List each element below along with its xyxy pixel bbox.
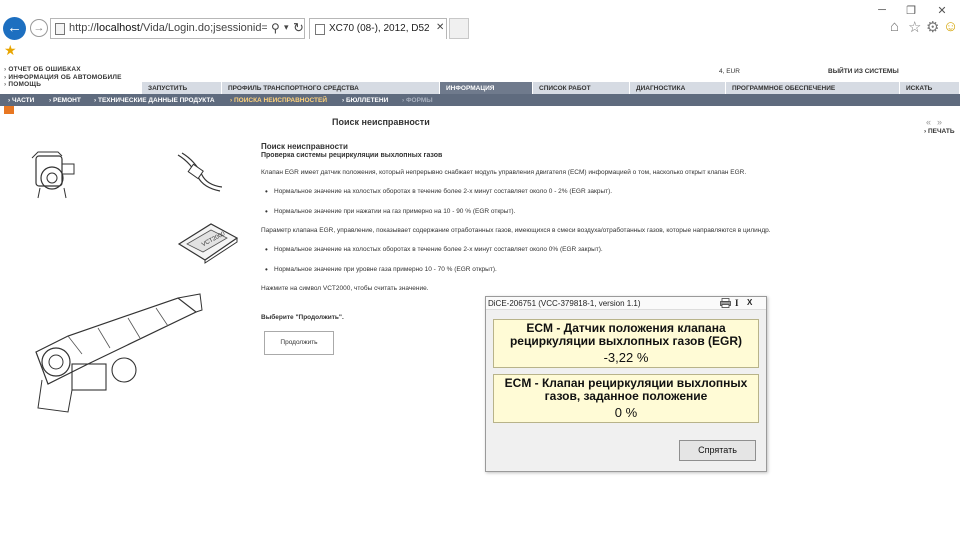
address-url[interactable]: http://localhost/Vida/Login.do;jsessioni… bbox=[69, 22, 267, 34]
arrow-right-icon: → bbox=[33, 22, 45, 34]
forward-button[interactable]: → bbox=[30, 19, 48, 37]
tab-information[interactable]: ИНФОРМАЦИЯ bbox=[440, 82, 533, 94]
browser-chrome: ─ ❐ ✕ ← → http://localhost/Vida/Login.do… bbox=[0, 0, 960, 62]
help-link[interactable]: ПОМОЩЬ bbox=[4, 81, 122, 89]
print-link[interactable]: ПЕЧАТЬ bbox=[924, 128, 955, 135]
tab-vehicle-profile[interactable]: ПРОФИЛЬ ТРАНСПОРТНОГО СРЕДСТВА bbox=[222, 82, 440, 94]
new-tab-button[interactable] bbox=[449, 18, 469, 39]
logout-link[interactable]: ВЫЙТИ ИЗ СИСТЕМЫ bbox=[828, 68, 899, 75]
orange-marker-icon bbox=[4, 106, 14, 114]
main-tabs: ЗАПУСТИТЬ ПРОФИЛЬ ТРАНСПОРТНОГО СРЕДСТВА… bbox=[142, 82, 960, 94]
restore-icon[interactable]: ❐ bbox=[904, 4, 918, 17]
egr-cooler-assembly-illustration bbox=[35, 293, 203, 413]
page-nav-arrows-icon[interactable]: «» bbox=[926, 117, 948, 127]
hide-button[interactable]: Спрятать bbox=[679, 440, 756, 461]
arrow-left-icon: ← bbox=[7, 19, 22, 36]
continue-button[interactable]: Продолжить bbox=[264, 331, 334, 355]
browser-tab[interactable]: XC70 (08-), 2012, D5244T15,... ✕ bbox=[309, 18, 447, 39]
vehicle-info-link[interactable]: ИНФОРМАЦИЯ ОБ АВТОМОБИЛЕ bbox=[4, 74, 122, 82]
paragraph-vct-instruction: Нажмите на символ VCT2000, чтобы считать… bbox=[261, 285, 429, 292]
paragraph-egr-sensor: Клапан EGR имеет датчик положения, котор… bbox=[261, 169, 747, 176]
egr-valve-illustration bbox=[31, 151, 75, 199]
bullet-item: Нормальное значение на холостых оборотах… bbox=[265, 187, 612, 196]
bullet-item: Нормальное значение при уровне газа прим… bbox=[265, 265, 497, 274]
app-window: ─ ❐ ✕ ← → http://localhost/Vida/Login.do… bbox=[0, 0, 960, 540]
section-subtitle: Проверка системы рециркуляции выхлопных … bbox=[261, 152, 443, 159]
tab-work-list[interactable]: СПИСОК РАБОТ bbox=[533, 82, 630, 94]
app-header: ОТЧЕТ ОБ ОШИБКАХ ИНФОРМАЦИЯ ОБ АВТОМОБИЛ… bbox=[0, 62, 960, 88]
refresh-icon[interactable]: ↻ bbox=[293, 20, 304, 36]
search-icon[interactable]: ⚲ bbox=[271, 21, 280, 35]
subnav-repair[interactable]: РЕМОНТ bbox=[49, 97, 81, 104]
cable-connector-illustration bbox=[177, 152, 222, 192]
page-icon bbox=[315, 24, 325, 35]
dialog-title: DiCE-206751 (VCC-379818-1, version 1.1) bbox=[488, 299, 641, 308]
header-links: ОТЧЕТ ОБ ОШИБКАХ ИНФОРМАЦИЯ ОБ АВТОМОБИЛ… bbox=[4, 66, 122, 89]
home-icon[interactable]: ⌂ bbox=[890, 18, 899, 35]
fault-report-link[interactable]: ОТЧЕТ ОБ ОШИБКАХ bbox=[4, 66, 122, 74]
subnav-parts[interactable]: ЧАСТИ bbox=[8, 97, 34, 104]
url-path: /Vida/Login.do;jsessionid=dvlUniHTw... bbox=[139, 22, 267, 34]
tab-title: XC70 (08-), 2012, D5244T15,... bbox=[329, 23, 429, 34]
panel-title: ECM - Клапан рециркуляции выхлопных газо… bbox=[504, 376, 748, 403]
panel-title: ECM - Датчик положения клапана рециркуля… bbox=[509, 321, 743, 348]
smiley-feedback-icon[interactable]: ☺ bbox=[943, 18, 958, 35]
bullet-item: Нормальное значение при нажатии на газ п… bbox=[265, 207, 515, 216]
subnav-bulletins[interactable]: БЮЛЛЕТЕНИ bbox=[342, 97, 388, 104]
panel-value: -3,22 % bbox=[603, 350, 649, 365]
continue-prompt: Выберите "Продолжить". bbox=[261, 314, 344, 321]
chevron-down-icon[interactable]: ▾ bbox=[284, 22, 289, 33]
info-icon[interactable]: I bbox=[735, 298, 739, 308]
dice-dialog: DiCE-206751 (VCC-379818-1, version 1.1) … bbox=[485, 296, 767, 472]
panel-value: 0 % bbox=[614, 405, 638, 420]
printer-icon[interactable] bbox=[720, 298, 731, 308]
sub-nav: ЧАСТИ РЕМОНТ ТЕХНИЧЕСКИЕ ДАННЫЕ ПРОДУКТА… bbox=[0, 94, 960, 106]
url-prefix: http:// bbox=[69, 22, 97, 34]
page-icon bbox=[55, 23, 65, 35]
subnav-troubleshooting[interactable]: ПОИСКА НЕИСПРАВНОСТЕЙ bbox=[230, 97, 327, 104]
minimize-icon[interactable]: ─ bbox=[875, 4, 889, 16]
section-title: Поиск неисправности bbox=[261, 142, 348, 151]
currency-indicator: 4, EUR bbox=[719, 68, 740, 75]
tab-close-icon[interactable]: ✕ bbox=[436, 22, 444, 33]
vct2000-device-icon[interactable]: VCT2000 bbox=[175, 216, 239, 264]
settings-gear-icon[interactable]: ⚙ bbox=[926, 18, 939, 36]
dialog-titlebar[interactable]: DiCE-206751 (VCC-379818-1, version 1.1) … bbox=[486, 297, 766, 310]
egr-position-panel: ECM - Датчик положения клапана рециркуля… bbox=[493, 319, 759, 368]
window-close-icon[interactable]: ✕ bbox=[935, 4, 949, 17]
page-title: Поиск неисправности bbox=[332, 117, 430, 127]
favorites-icon[interactable]: ☆ bbox=[908, 18, 921, 36]
egr-setpoint-panel: ECM - Клапан рециркуляции выхлопных газо… bbox=[493, 374, 759, 423]
favorites-bar-star-icon[interactable]: ★ bbox=[4, 42, 17, 59]
subnav-forms[interactable]: ФОРМЫ bbox=[402, 97, 433, 104]
address-bar[interactable]: http://localhost/Vida/Login.do;jsessioni… bbox=[50, 18, 305, 39]
paragraph-egr-control: Параметр клапана EGR, управление, показы… bbox=[261, 227, 771, 234]
bullet-item: Нормальное значение на холостых оборотах… bbox=[265, 245, 603, 254]
subnav-tech-data[interactable]: ТЕХНИЧЕСКИЕ ДАННЫЕ ПРОДУКТА bbox=[94, 97, 215, 104]
dialog-close-icon[interactable]: X bbox=[747, 298, 752, 307]
tab-search[interactable]: ИСКАТЬ bbox=[900, 82, 960, 94]
tab-start[interactable]: ЗАПУСТИТЬ bbox=[142, 82, 222, 94]
url-host: localhost bbox=[96, 22, 140, 34]
tab-diagnostics[interactable]: ДИАГНОСТИКА bbox=[630, 82, 726, 94]
back-button[interactable]: ← bbox=[3, 17, 26, 40]
tab-software[interactable]: ПРОГРАММНОЕ ОБЕСПЕЧЕНИЕ bbox=[726, 82, 900, 94]
